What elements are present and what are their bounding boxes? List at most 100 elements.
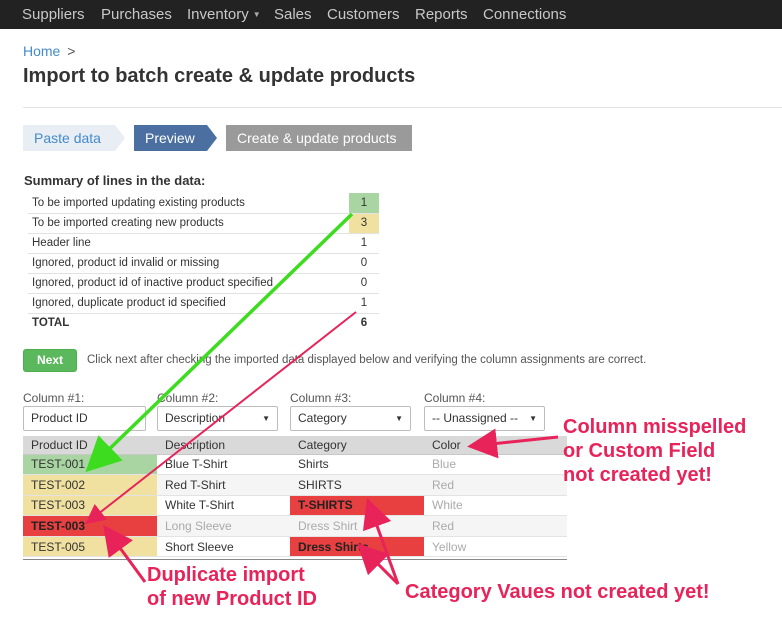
summary-label: To be imported updating existing product… (28, 193, 349, 214)
callout-line: Duplicate import (147, 564, 305, 586)
title-divider (23, 107, 782, 108)
table-row: TEST-005 Short Sleeve Dress Shirts Yello… (23, 536, 567, 558)
summary-value: 3 (349, 213, 379, 234)
color-cell: Red (424, 474, 567, 496)
breadcrumb: Home > (23, 43, 75, 59)
callout-line: of new Product ID (147, 588, 317, 610)
column-4-value: -- Unassigned -- (432, 411, 519, 425)
step-arrow (115, 125, 125, 151)
description-cell: Long Sleeve (157, 515, 290, 537)
summary-total-row: TOTAL 6 (28, 313, 379, 333)
callout-line: not created yet! (563, 464, 712, 486)
step-preview: Preview (134, 125, 217, 151)
dropdown-arrow-icon: ▼ (395, 414, 403, 423)
column-1-input[interactable]: Product ID (23, 406, 146, 431)
column-1-value: Product ID (31, 411, 88, 425)
table-row: TEST-003 Long Sleeve Dress Shirt Red (23, 515, 567, 537)
nav-sales[interactable]: Sales (274, 6, 312, 23)
column-2-value: Description (165, 411, 226, 425)
breadcrumb-separator: > (67, 43, 76, 59)
nav-connections[interactable]: Connections (483, 6, 566, 23)
product-id-cell: TEST-001 (23, 454, 157, 476)
category-cell: T-SHIRTS (290, 495, 424, 517)
step-create-update: Create & update products (226, 125, 412, 151)
summary-label: Header line (28, 233, 349, 254)
product-id-cell: TEST-003 (23, 515, 157, 537)
callout-line: or Custom Field (563, 440, 716, 462)
summary-label: Ignored, product id invalid or missing (28, 253, 349, 274)
summary-row: To be imported updating existing product… (28, 193, 379, 214)
category-cell: Shirts (290, 454, 424, 476)
category-cell: SHIRTS (290, 474, 424, 496)
nav-customers[interactable]: Customers (327, 6, 400, 23)
callout-column-misspelled: Column misspelled or Custom Field not cr… (563, 415, 746, 487)
column-1-label: Column #1: (23, 391, 85, 405)
summary-heading: Summary of lines in the data: (24, 173, 206, 188)
table-row: TEST-002 Red T-Shirt SHIRTS Red (23, 474, 567, 496)
color-cell: White (424, 495, 567, 517)
nav-inventory[interactable]: Inventory ▼ (187, 6, 261, 23)
summary-value: 1 (349, 293, 379, 314)
summary-row: Ignored, product id of inactive product … (28, 273, 379, 294)
nav-purchases[interactable]: Purchases (101, 6, 172, 23)
page-title: Import to batch create & update products (23, 65, 416, 87)
step-create-update-label: Create & update products (237, 130, 397, 146)
nav-inventory-label: Inventory (187, 6, 249, 23)
summary-value: 1 (349, 233, 379, 254)
summary-total-value: 6 (360, 317, 368, 330)
preview-header: Category (290, 436, 424, 455)
column-2-select[interactable]: Description ▼ (157, 406, 278, 431)
product-id-cell: TEST-002 (23, 474, 157, 496)
table-row: TEST-003 White T-Shirt T-SHIRTS White (23, 495, 567, 517)
column-3-value: Category (298, 411, 347, 425)
category-cell: Dress Shirts (290, 536, 424, 558)
next-hint: Click next after checking the imported d… (87, 354, 647, 366)
description-cell: Blue T-Shirt (157, 454, 290, 476)
summary-label: Ignored, product id of inactive product … (28, 273, 349, 294)
callout-duplicate: Duplicate import of new Product ID (147, 563, 317, 611)
description-cell: Red T-Shirt (157, 474, 290, 496)
chevron-down-icon: ▼ (252, 10, 261, 19)
column-4-select[interactable]: -- Unassigned -- ▼ (424, 406, 545, 431)
preview-header: Product ID (23, 436, 157, 455)
summary-table: To be imported updating existing product… (28, 193, 379, 333)
preview-table-bottom-border (23, 559, 567, 560)
summary-value: 1 (349, 193, 379, 214)
dropdown-arrow-icon: ▼ (262, 414, 270, 423)
breadcrumb-home[interactable]: Home (23, 43, 60, 59)
step-arrow (207, 125, 217, 151)
step-preview-label: Preview (145, 130, 195, 146)
column-2-label: Column #2: (157, 391, 219, 405)
table-row: TEST-001 Blue T-Shirt Shirts Blue (23, 454, 567, 476)
step-paste-data[interactable]: Paste data (23, 125, 125, 151)
category-cell: Dress Shirt (290, 515, 424, 537)
product-id-cell: TEST-005 (23, 536, 157, 558)
preview-header-row: Product ID Description Category Color (23, 436, 567, 455)
column-3-select[interactable]: Category ▼ (290, 406, 411, 431)
dropdown-arrow-icon: ▼ (529, 414, 537, 423)
summary-row: Ignored, duplicate product id specified … (28, 293, 379, 314)
description-cell: White T-Shirt (157, 495, 290, 517)
step-paste-data-label: Paste data (34, 130, 101, 146)
summary-row: Ignored, product id invalid or missing 0 (28, 253, 379, 274)
preview-header: Description (157, 436, 290, 455)
summary-label: Ignored, duplicate product id specified (28, 293, 349, 314)
column-3-label: Column #3: (290, 391, 352, 405)
summary-row: Header line 1 (28, 233, 379, 254)
preview-header: Color (424, 436, 567, 455)
preview-table: Product ID Description Category Color TE… (23, 436, 567, 558)
summary-row: To be imported creating new products 3 (28, 213, 379, 234)
callout-line: Column misspelled (563, 416, 747, 438)
nav-reports[interactable]: Reports (415, 6, 468, 23)
column-4-label: Column #4: (424, 391, 486, 405)
description-cell: Short Sleeve (157, 536, 290, 558)
summary-value: 0 (349, 273, 379, 294)
nav-suppliers[interactable]: Suppliers (22, 6, 85, 23)
top-nav: Suppliers Purchases Inventory ▼ Sales Cus… (0, 0, 782, 29)
next-button[interactable]: Next (23, 349, 77, 372)
summary-value: 0 (349, 253, 379, 274)
product-id-cell: TEST-003 (23, 495, 157, 517)
color-cell: Blue (424, 454, 567, 476)
summary-total-label: TOTAL (32, 317, 70, 330)
summary-label: To be imported creating new products (28, 213, 349, 234)
